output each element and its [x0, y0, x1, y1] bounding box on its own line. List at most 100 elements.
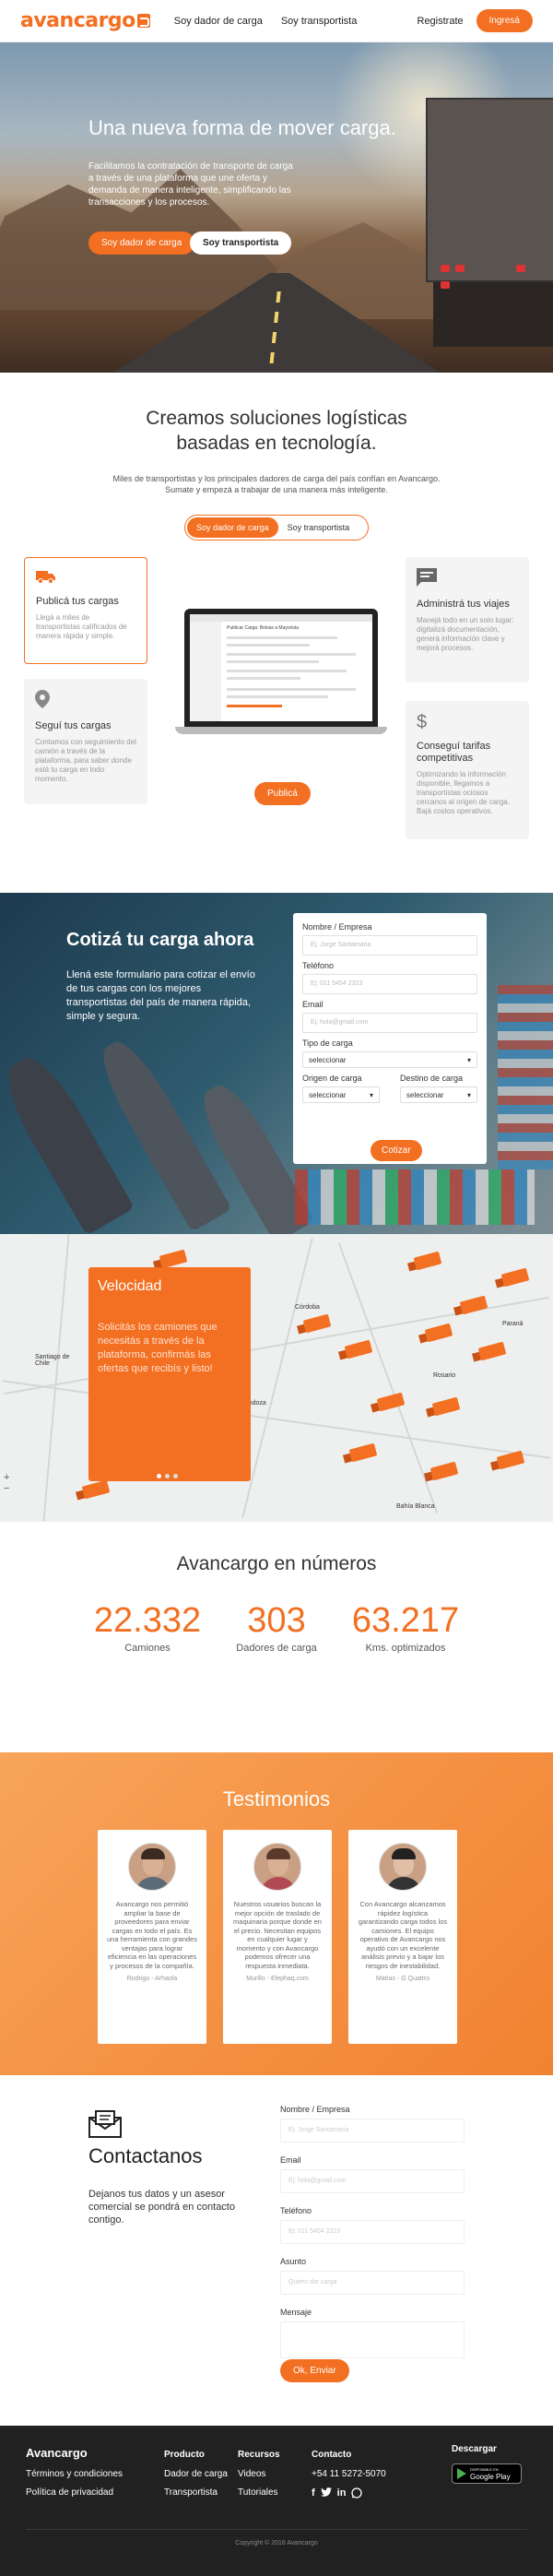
avancargo-logo[interactable]: avancargo	[20, 9, 150, 32]
cotiza-title: Cotizá tu carga ahora	[66, 930, 254, 950]
footer-phone[interactable]: +54 11 5272-5070	[312, 2469, 386, 2479]
origin-select[interactable]: seleccionar ▾	[302, 1086, 380, 1103]
toggle-transportista[interactable]: Soy transportista	[278, 517, 359, 538]
footer-brand-col: Avancargo Términos y condiciones Polític…	[26, 2446, 123, 2506]
velocidad-text: Solicitás los camiones que necesitás a t…	[98, 1322, 218, 1374]
footer: Avancargo Términos y condiciones Polític…	[0, 2426, 553, 2576]
phone-input[interactable]: Ej: 011 5454 2323	[302, 974, 477, 994]
containers	[295, 1169, 535, 1225]
carousel-dot[interactable]	[165, 1474, 170, 1478]
footer-link-transportista[interactable]: Transportista	[164, 2487, 228, 2498]
map-zoom-controls[interactable]: + −	[4, 1472, 9, 1494]
email-input[interactable]: Ej: hola@gmail.com	[280, 2169, 465, 2193]
footer-link-videos[interactable]: Videos	[238, 2469, 280, 2479]
chevron-down-icon: ▾	[369, 1091, 373, 1099]
name-input[interactable]: Ej: Jorge Santamaria	[302, 935, 477, 956]
map-truck-icon	[344, 1339, 373, 1359]
map-truck-icon	[429, 1461, 459, 1481]
laptop-mockup: Publicar Carga: Bolsas a Mayorista	[175, 609, 387, 738]
publica-button[interactable]: Publicá	[254, 782, 311, 805]
logo-badge-icon	[136, 14, 150, 28]
register-link[interactable]: Registrate	[418, 16, 464, 27]
velocidad-card: Velocidad Solicitás los camiones que nec…	[88, 1267, 251, 1481]
name-input[interactable]: Ej: Jorge Santamaria	[280, 2119, 465, 2143]
hero-transportista-button[interactable]: Soy transportista	[190, 231, 292, 255]
card-title: Conseguí tarifas competitivas	[417, 741, 491, 764]
chevron-down-icon: ▾	[466, 1091, 471, 1099]
nav-link-dador[interactable]: Soy dador de carga	[174, 16, 263, 27]
nav-link-transportista[interactable]: Soy transportista	[281, 16, 358, 27]
facebook-icon[interactable]: f	[312, 2487, 315, 2499]
role-toggle: Soy dador de carga Soy transportista	[184, 515, 369, 540]
stat-label: Kms. optimizados	[365, 1643, 446, 1654]
origin-label: Origen de carga	[302, 1074, 362, 1083]
whatsapp-icon[interactable]	[351, 2487, 363, 2499]
footer-link-privacidad[interactable]: Política de privacidad	[26, 2487, 123, 2498]
hero-title: Una nueva forma de mover carga.	[88, 116, 396, 139]
twitter-icon[interactable]	[320, 2487, 332, 2498]
cotizar-button[interactable]: Cotizar	[371, 1140, 422, 1161]
map-label-cordoba: Córdoba	[295, 1304, 320, 1311]
map-road	[241, 1238, 313, 1518]
dest-select-value: seleccionar	[406, 1091, 444, 1099]
stat-value: 303	[247, 1601, 306, 1640]
avatar	[253, 1843, 301, 1891]
card-publica[interactable]: Publicá tus cargas Llegá a miles de tran…	[24, 557, 147, 664]
card-tarifas[interactable]: $ Conseguí tarifas competitivas Optimiza…	[406, 701, 529, 839]
card-title: Publicá tus cargas	[36, 596, 119, 607]
gplay-big-text: Google Play	[470, 2473, 511, 2481]
stat-kms: 63.217 Kms. optimizados	[346, 1601, 465, 1654]
map-truck-icon	[159, 1249, 188, 1269]
testimonial-quote: Avancargo nos permitió ampliar la base d…	[107, 1900, 197, 1970]
map-truck-icon	[81, 1479, 111, 1500]
card-segui[interactable]: Seguí tus cargas Contamos con seguimient…	[24, 679, 147, 804]
footer-link-terminos[interactable]: Términos y condiciones	[26, 2469, 123, 2479]
map-road	[42, 1234, 70, 1522]
card-title: Administrá tus viajes	[417, 599, 510, 610]
subject-input[interactable]: Quiero dar carga	[280, 2271, 465, 2295]
map-truck-icon	[376, 1392, 406, 1412]
testimonial-author: Murillo - Elephaq.com	[246, 1976, 309, 1982]
card-administra[interactable]: Administrá tus viajes Manejá todo en un …	[406, 557, 529, 683]
message-textarea[interactable]	[280, 2321, 465, 2358]
phone-input[interactable]: Ej: 011 5454 2323	[280, 2220, 465, 2244]
footer-divider	[26, 2529, 527, 2530]
carousel-dot[interactable]	[157, 1474, 161, 1478]
truck-icon	[36, 569, 135, 588]
truck-lights	[441, 260, 542, 289]
map-label-rosario: Rosario	[433, 1372, 456, 1379]
contacto-text: Dejanos tus datos y un asesor comercial …	[88, 2189, 235, 2226]
numeros-row: 22.332 Camiones 303 Dadores de carga 63.…	[88, 1601, 465, 1654]
subject-label: Asunto	[280, 2257, 307, 2266]
google-play-badge[interactable]: DISPONIBLE EN Google Play	[452, 2463, 522, 2484]
testimonial-card: Avancargo nos permitió ampliar la base d…	[98, 1830, 206, 2044]
testimonial-quote: Con Avancargo alcanzamos rápidez logísti…	[358, 1900, 448, 1970]
card-text: Manejá todo en un solo lugar: digitalizá…	[417, 616, 514, 652]
social-icons: f in	[312, 2487, 386, 2499]
card-text: Optimizando la información disponible, l…	[417, 770, 510, 815]
numeros-title: Avancargo en números	[176, 1553, 377, 1574]
send-button[interactable]: Ok, Enviar	[280, 2359, 349, 2382]
map-truck-icon	[348, 1442, 378, 1463]
truck-trailer	[426, 98, 553, 282]
toggle-dador[interactable]: Soy dador de carga	[187, 517, 278, 538]
cotiza-section: Cotizá tu carga ahora Llená este formula…	[0, 893, 553, 1234]
type-select[interactable]: seleccionar ▾	[302, 1051, 477, 1068]
hero-dador-button[interactable]: Soy dador de carga	[88, 231, 195, 255]
name-label: Nombre / Empresa	[280, 2105, 350, 2114]
laptop-base	[175, 727, 387, 734]
email-input[interactable]: Ej: hola@gmail.com	[302, 1013, 477, 1033]
map-truck-icon	[302, 1313, 332, 1334]
carousel-dot[interactable]	[173, 1474, 178, 1478]
footer-link-dador[interactable]: Dador de carga	[164, 2469, 228, 2479]
name-label: Nombre / Empresa	[302, 922, 372, 932]
top-nav: avancargo Soy dador de carga Soy transpo…	[0, 0, 553, 42]
login-button[interactable]: Ingresá	[476, 9, 533, 32]
footer-link-tutoriales[interactable]: Tutoriales	[238, 2487, 280, 2498]
velocidad-title: Velocidad	[98, 1278, 162, 1294]
dest-select[interactable]: seleccionar ▾	[400, 1086, 477, 1103]
dollar-icon: $	[417, 712, 428, 732]
linkedin-icon[interactable]: in	[337, 2487, 347, 2499]
avatar	[128, 1843, 176, 1891]
stat-label: Dadores de carga	[236, 1643, 317, 1654]
